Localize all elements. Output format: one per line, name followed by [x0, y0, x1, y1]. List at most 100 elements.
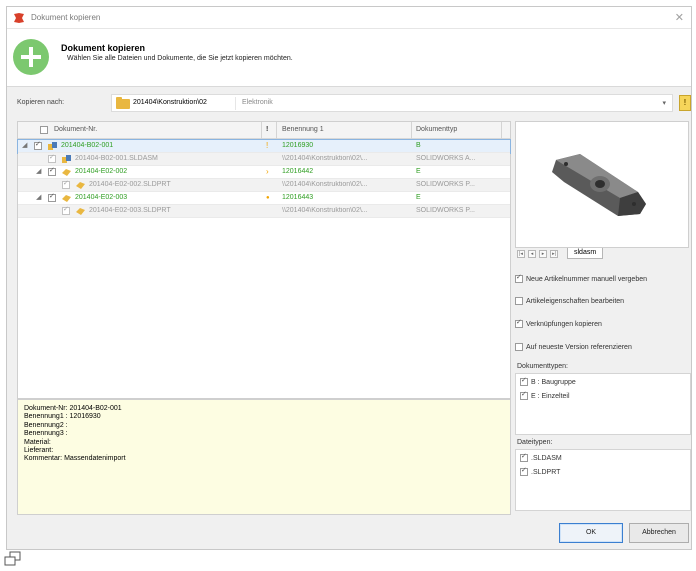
- column-header-benennung[interactable]: Benennung 1: [282, 126, 324, 133]
- tree-row[interactable]: ◢ 201404-B02-001 ! 12016930 B: [17, 139, 511, 154]
- browse-button[interactable]: !: [679, 95, 691, 111]
- warning-icon: !: [266, 141, 269, 150]
- info-line: Lieferant:: [24, 447, 54, 455]
- status-dot-icon: ●: [266, 195, 270, 201]
- doc-types-list: B : Baugruppe E : Einzelteil: [515, 373, 691, 435]
- doc-type-checkbox[interactable]: [520, 376, 528, 386]
- row-checkbox[interactable]: [62, 179, 70, 189]
- option-checkbox[interactable]: [515, 343, 523, 351]
- row-checkbox[interactable]: [62, 205, 70, 215]
- row-doc-number: 201404-B02-001.SLDASM: [75, 155, 158, 162]
- row-checkbox[interactable]: [34, 140, 42, 150]
- row-checkbox[interactable]: [48, 192, 56, 202]
- row-checkbox[interactable]: [48, 166, 56, 176]
- option-label: Verknüpfungen kopieren: [526, 320, 602, 328]
- preview-tab-sldasm[interactable]: sldasm: [567, 248, 604, 259]
- file-type-checkbox[interactable]: [520, 452, 528, 462]
- part-file-icon: [76, 208, 85, 215]
- tree-row[interactable]: 201404-E02-003.SLDPRT \\201404\Konstrukt…: [18, 205, 510, 218]
- info-line: Material:: [24, 438, 51, 446]
- tree-row[interactable]: ◢ 201404-E02-002 › 12016442 E: [18, 166, 510, 179]
- folder-icon: [116, 97, 130, 109]
- ok-button[interactable]: OK: [559, 523, 623, 543]
- info-line: Benennung3 :: [24, 430, 68, 438]
- doc-types-label: Dokumenttypen:: [517, 363, 568, 370]
- file-types-list: .SLDASM .SLDPRT: [515, 449, 691, 511]
- option-copy-references[interactable]: Verknüpfungen kopieren: [515, 318, 602, 328]
- part-preview-image: [552, 154, 646, 216]
- option-label: Auf neueste Version referenzieren: [526, 343, 632, 351]
- target-label: Kopieren nach:: [17, 99, 65, 106]
- row-benennung: 12016442: [282, 168, 314, 175]
- app-icon: [14, 13, 24, 23]
- row-benennung: 12016443: [282, 194, 314, 201]
- dropdown-arrow-icon[interactable]: ▾: [662, 99, 666, 107]
- row-doktyp: E: [416, 168, 421, 175]
- row-benennung: \\201404\Konstruktion\02\...: [282, 181, 368, 188]
- option-latest-version[interactable]: Auf neueste Version referenzieren: [515, 343, 632, 351]
- close-icon[interactable]: ✕: [675, 11, 684, 24]
- tree-row[interactable]: 201404-B02-001.SLDASM \\201404\Konstrukt…: [18, 153, 510, 166]
- option-checkbox[interactable]: [515, 318, 523, 328]
- next-icon[interactable]: ▸: [539, 250, 547, 258]
- row-doc-number: 201404-E02-002.SLDPRT: [89, 181, 171, 188]
- first-icon[interactable]: |◂: [517, 250, 525, 258]
- target-path-combobox[interactable]: 201404\Konstruktion\02 Elektronik ▾: [111, 94, 673, 112]
- row-doktyp: SOLIDWORKS P...: [416, 181, 475, 188]
- collapse-icon[interactable]: ◢: [36, 193, 41, 201]
- row-doktyp: E: [416, 194, 421, 201]
- assembly-file-icon: [62, 155, 71, 163]
- file-type-item[interactable]: .SLDPRT: [520, 466, 561, 476]
- doc-type-label: E : Einzelteil: [531, 392, 570, 400]
- assembly-icon: [48, 142, 57, 150]
- column-header-doktyp[interactable]: Dokumenttyp: [416, 126, 457, 133]
- option-edit-properties[interactable]: Artikeleigenschaften bearbeiten: [515, 297, 624, 305]
- path-separator: [235, 97, 236, 110]
- column-divider: [411, 122, 412, 139]
- info-line: Kommentar: Massendatenimport: [24, 455, 126, 463]
- file-type-item[interactable]: .SLDASM: [520, 452, 562, 462]
- doc-type-checkbox[interactable]: [520, 390, 528, 400]
- file-type-label: .SLDPRT: [531, 468, 561, 476]
- file-type-label: .SLDASM: [531, 454, 562, 462]
- row-doktyp: SOLIDWORKS P...: [416, 207, 475, 214]
- last-icon[interactable]: ▸|: [550, 250, 558, 258]
- restore-window-icon[interactable]: [4, 551, 22, 567]
- tree-row[interactable]: 201404-E02-002.SLDPRT \\201404\Konstrukt…: [18, 179, 510, 192]
- info-line: Benennung2 :: [24, 421, 68, 429]
- target-path-extra: Elektronik: [242, 99, 273, 106]
- copy-document-dialog: Dokument kopieren ✕ Dokument kopieren Wä…: [6, 6, 692, 550]
- dialog-header: Dokument kopieren Wählen Sie alle Dateie…: [7, 29, 691, 87]
- column-divider: [261, 122, 262, 139]
- info-line: Dokument-Nr: 201404-B02-001: [24, 405, 122, 412]
- column-divider: [276, 122, 277, 139]
- tree-row[interactable]: ◢ 201404-E02-003 ● 12016443 E: [18, 192, 510, 205]
- header-subtitle: Wählen Sie alle Dateien und Dokumente, d…: [67, 55, 293, 62]
- target-path: 201404\Konstruktion\02: [133, 99, 207, 106]
- doc-type-item[interactable]: E : Einzelteil: [520, 390, 570, 400]
- row-doktyp: B: [416, 142, 421, 149]
- part-file-icon: [76, 182, 85, 189]
- doc-type-item[interactable]: B : Baugruppe: [520, 376, 576, 386]
- column-header-doknr[interactable]: Dokument-Nr.: [54, 126, 97, 133]
- prev-icon[interactable]: ◂: [528, 250, 536, 258]
- row-benennung: \\201404\Konstruktion\02\...: [282, 207, 368, 214]
- option-checkbox[interactable]: [515, 297, 523, 305]
- column-header-warn[interactable]: !: [266, 126, 268, 133]
- collapse-icon[interactable]: ◢: [36, 167, 41, 175]
- option-new-article-number[interactable]: Neue Artikelnummer manuell vergeben: [515, 273, 647, 283]
- file-type-checkbox[interactable]: [520, 466, 528, 476]
- info-line: Benennung1 : 12016930: [24, 413, 101, 421]
- option-checkbox[interactable]: [515, 273, 523, 283]
- row-benennung: 12016930: [282, 142, 314, 149]
- title-bar: Dokument kopieren ✕: [7, 7, 691, 29]
- row-checkbox[interactable]: [48, 153, 56, 163]
- part-icon: [62, 195, 71, 202]
- option-label: Artikeleigenschaften bearbeiten: [526, 297, 625, 305]
- flag-icon: ›: [266, 167, 269, 176]
- window-title: Dokument kopieren: [31, 13, 101, 22]
- row-doc-number: 201404-E02-003.SLDPRT: [89, 207, 171, 214]
- cancel-button[interactable]: Abbrechen: [629, 523, 689, 543]
- collapse-icon[interactable]: ◢: [22, 141, 27, 149]
- select-all-checkbox[interactable]: [40, 126, 48, 134]
